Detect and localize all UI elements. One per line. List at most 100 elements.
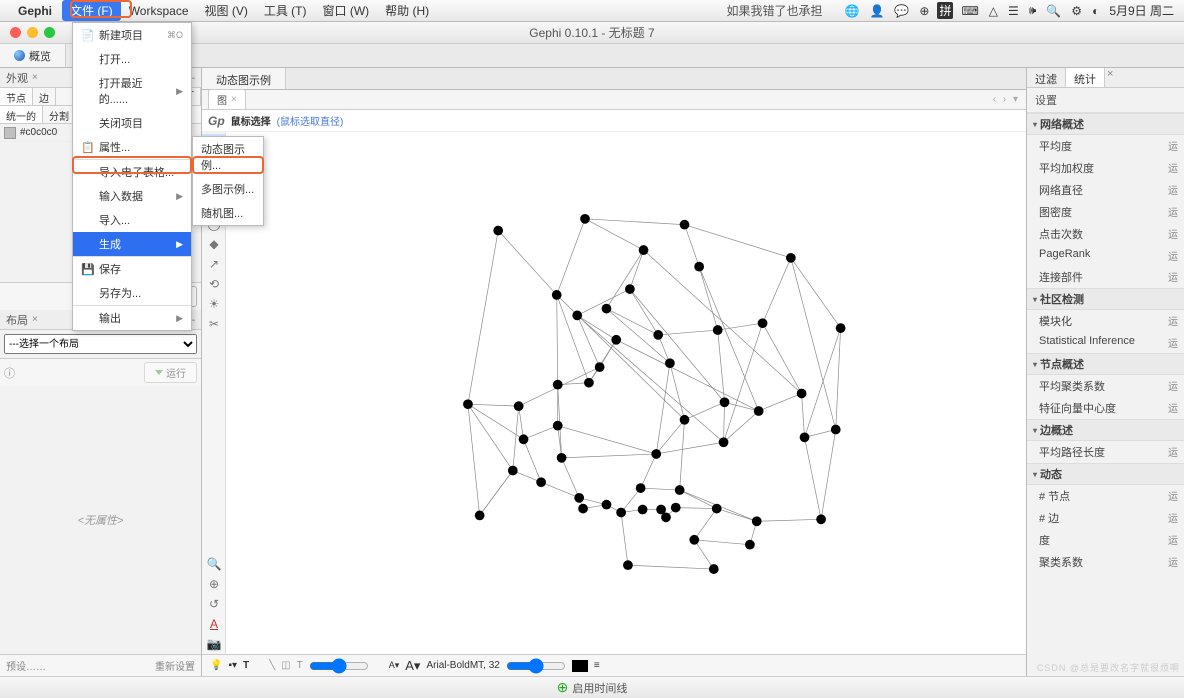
- status-icon[interactable]: 🕪: [1027, 3, 1039, 18]
- generate-submenu[interactable]: 动态图示例...多图示例...随机图...: [192, 136, 264, 226]
- attr-config-icon[interactable]: ≡: [594, 660, 600, 671]
- stats-section-header[interactable]: 节点概述: [1027, 353, 1184, 375]
- run-stat-button[interactable]: 运: [1168, 378, 1178, 394]
- bulb-icon[interactable]: 💡: [210, 660, 222, 671]
- close-icon[interactable]: ×: [1107, 68, 1113, 87]
- menu-file[interactable]: 文件 (F): [62, 0, 121, 21]
- font-size-slider[interactable]: [506, 658, 566, 674]
- status-icon[interactable]: 💬: [892, 4, 911, 18]
- file-menu-item[interactable]: 打开...: [73, 47, 191, 71]
- text-icon[interactable]: T: [243, 660, 249, 671]
- menu-window[interactable]: 窗口 (W): [315, 0, 378, 21]
- font-large-icon[interactable]: A▾: [405, 658, 420, 674]
- tab-unique[interactable]: 统一的: [0, 106, 43, 123]
- run-stat-button[interactable]: 运: [1168, 532, 1178, 548]
- run-layout-button[interactable]: 运行: [144, 362, 197, 383]
- file-menu-item[interactable]: 📄新建项目⌘O: [73, 23, 191, 47]
- file-menu-item[interactable]: 关闭项目: [73, 111, 191, 135]
- close-icon[interactable]: ×: [32, 72, 38, 83]
- tab-overview[interactable]: 概览: [0, 44, 66, 67]
- status-icon[interactable]: 🔍: [1044, 4, 1063, 18]
- status-icon[interactable]: 🌐: [843, 4, 862, 18]
- tool-edge-icon[interactable]: ↗: [202, 254, 226, 274]
- label-icon[interactable]: T: [297, 660, 303, 671]
- status-icon[interactable]: ⊕: [917, 4, 931, 18]
- tab-edges[interactable]: 边: [33, 88, 56, 105]
- stats-section-header[interactable]: 动态: [1027, 463, 1184, 485]
- color-swatch[interactable]: [4, 127, 16, 139]
- tool-path-icon[interactable]: ⟲: [202, 274, 226, 294]
- file-menu-item[interactable]: 导入电子表格...: [73, 159, 191, 184]
- run-stat-button[interactable]: 运: [1168, 313, 1178, 329]
- app-name[interactable]: Gephi: [18, 4, 52, 18]
- edge-icon[interactable]: ╲: [269, 660, 275, 671]
- font-small-icon[interactable]: A▾: [389, 660, 400, 671]
- file-menu-item[interactable]: 输出▶: [73, 305, 191, 330]
- run-stat-button[interactable]: 运: [1168, 248, 1178, 263]
- ime-icon[interactable]: 拼: [937, 2, 953, 19]
- run-stat-button[interactable]: 运: [1168, 160, 1178, 176]
- font-label[interactable]: Arial-BoldMT, 32: [426, 660, 499, 671]
- run-stat-button[interactable]: 运: [1168, 400, 1178, 416]
- file-menu-item[interactable]: 📋属性...: [73, 135, 191, 159]
- status-icon[interactable]: ☰: [1006, 4, 1021, 18]
- tool-cut-icon[interactable]: ✂: [202, 314, 226, 334]
- menu-help[interactable]: 帮助 (H): [377, 0, 437, 21]
- file-menu-item[interactable]: 打开最近的......▶: [73, 71, 191, 111]
- close-icon[interactable]: ×: [231, 94, 237, 105]
- generate-submenu-item[interactable]: 动态图示例...: [193, 137, 263, 177]
- status-icon[interactable]: ◐: [1090, 4, 1101, 18]
- edge-color-icon[interactable]: ◫: [281, 660, 290, 671]
- status-icon[interactable]: ⌨: [959, 4, 980, 18]
- status-icon[interactable]: ⚙: [1069, 4, 1084, 18]
- stats-section-header[interactable]: 社区检测: [1027, 288, 1184, 310]
- timeline-bar[interactable]: ⊕ 启用时间线: [0, 676, 1184, 698]
- tool-heat-icon[interactable]: ☀: [202, 294, 226, 314]
- run-stat-button[interactable]: 运: [1168, 204, 1178, 220]
- file-menu-item[interactable]: 输入数据▶: [73, 184, 191, 208]
- run-stat-button[interactable]: 运: [1168, 138, 1178, 154]
- tool-font-icon[interactable]: A: [202, 614, 226, 634]
- window-maximize-button[interactable]: [44, 27, 55, 38]
- workspace-tab[interactable]: 动态图示例: [202, 68, 286, 89]
- window-minimize-button[interactable]: [27, 27, 38, 38]
- run-stat-button[interactable]: 运: [1168, 226, 1178, 242]
- run-stat-button[interactable]: 运: [1168, 269, 1178, 285]
- edge-weight-slider[interactable]: [309, 658, 369, 674]
- selection-hint[interactable]: (鼠标选取直径): [277, 113, 344, 128]
- run-stat-button[interactable]: 运: [1168, 510, 1178, 526]
- graph-tab[interactable]: 图×: [208, 89, 246, 110]
- tool-center-icon[interactable]: ⊕: [202, 574, 226, 594]
- file-menu-item[interactable]: 生成▶: [73, 232, 191, 256]
- tab-filters[interactable]: 过滤: [1027, 68, 1066, 87]
- graph-canvas[interactable]: [226, 132, 1026, 620]
- menubar-date[interactable]: 5月9日 周二: [1107, 2, 1176, 19]
- file-menu-item[interactable]: 💾保存: [73, 256, 191, 281]
- run-stat-button[interactable]: 运: [1168, 182, 1178, 198]
- menu-workspace[interactable]: Workspace: [121, 2, 197, 20]
- layout-preset-link[interactable]: 预设……: [6, 658, 46, 673]
- window-close-button[interactable]: [10, 27, 21, 38]
- menu-tools[interactable]: 工具 (T): [256, 0, 315, 21]
- run-stat-button[interactable]: 运: [1168, 488, 1178, 504]
- menu-view[interactable]: 视图 (V): [197, 0, 256, 21]
- layout-select[interactable]: ---选择一个布局: [4, 334, 197, 354]
- tool-screenshot-icon[interactable]: 📷: [202, 634, 226, 654]
- run-stat-button[interactable]: 运: [1168, 554, 1178, 570]
- tab-nav-arrows[interactable]: ‹ › ▾: [993, 94, 1020, 105]
- tool-color-icon[interactable]: ◆: [202, 234, 226, 254]
- file-menu-dropdown[interactable]: 📄新建项目⌘O打开...打开最近的......▶关闭项目📋属性...导入电子表格…: [72, 22, 192, 331]
- tool-reset-icon[interactable]: ↺: [202, 594, 226, 614]
- status-icon[interactable]: △: [987, 4, 1000, 18]
- file-menu-item[interactable]: 另存为...: [73, 281, 191, 305]
- close-icon[interactable]: ×: [32, 314, 38, 325]
- bg-icon[interactable]: ▪▾: [228, 660, 237, 671]
- generate-submenu-item[interactable]: 多图示例...: [193, 177, 263, 201]
- run-stat-button[interactable]: 运: [1168, 335, 1178, 350]
- generate-submenu-item[interactable]: 随机图...: [193, 201, 263, 225]
- tool-zoom-icon[interactable]: 🔍: [202, 554, 226, 574]
- font-color-swatch[interactable]: [572, 660, 588, 672]
- stats-section-header[interactable]: 网络概述: [1027, 113, 1184, 135]
- status-icon[interactable]: 👤: [867, 4, 886, 18]
- stats-section-header[interactable]: 边概述: [1027, 419, 1184, 441]
